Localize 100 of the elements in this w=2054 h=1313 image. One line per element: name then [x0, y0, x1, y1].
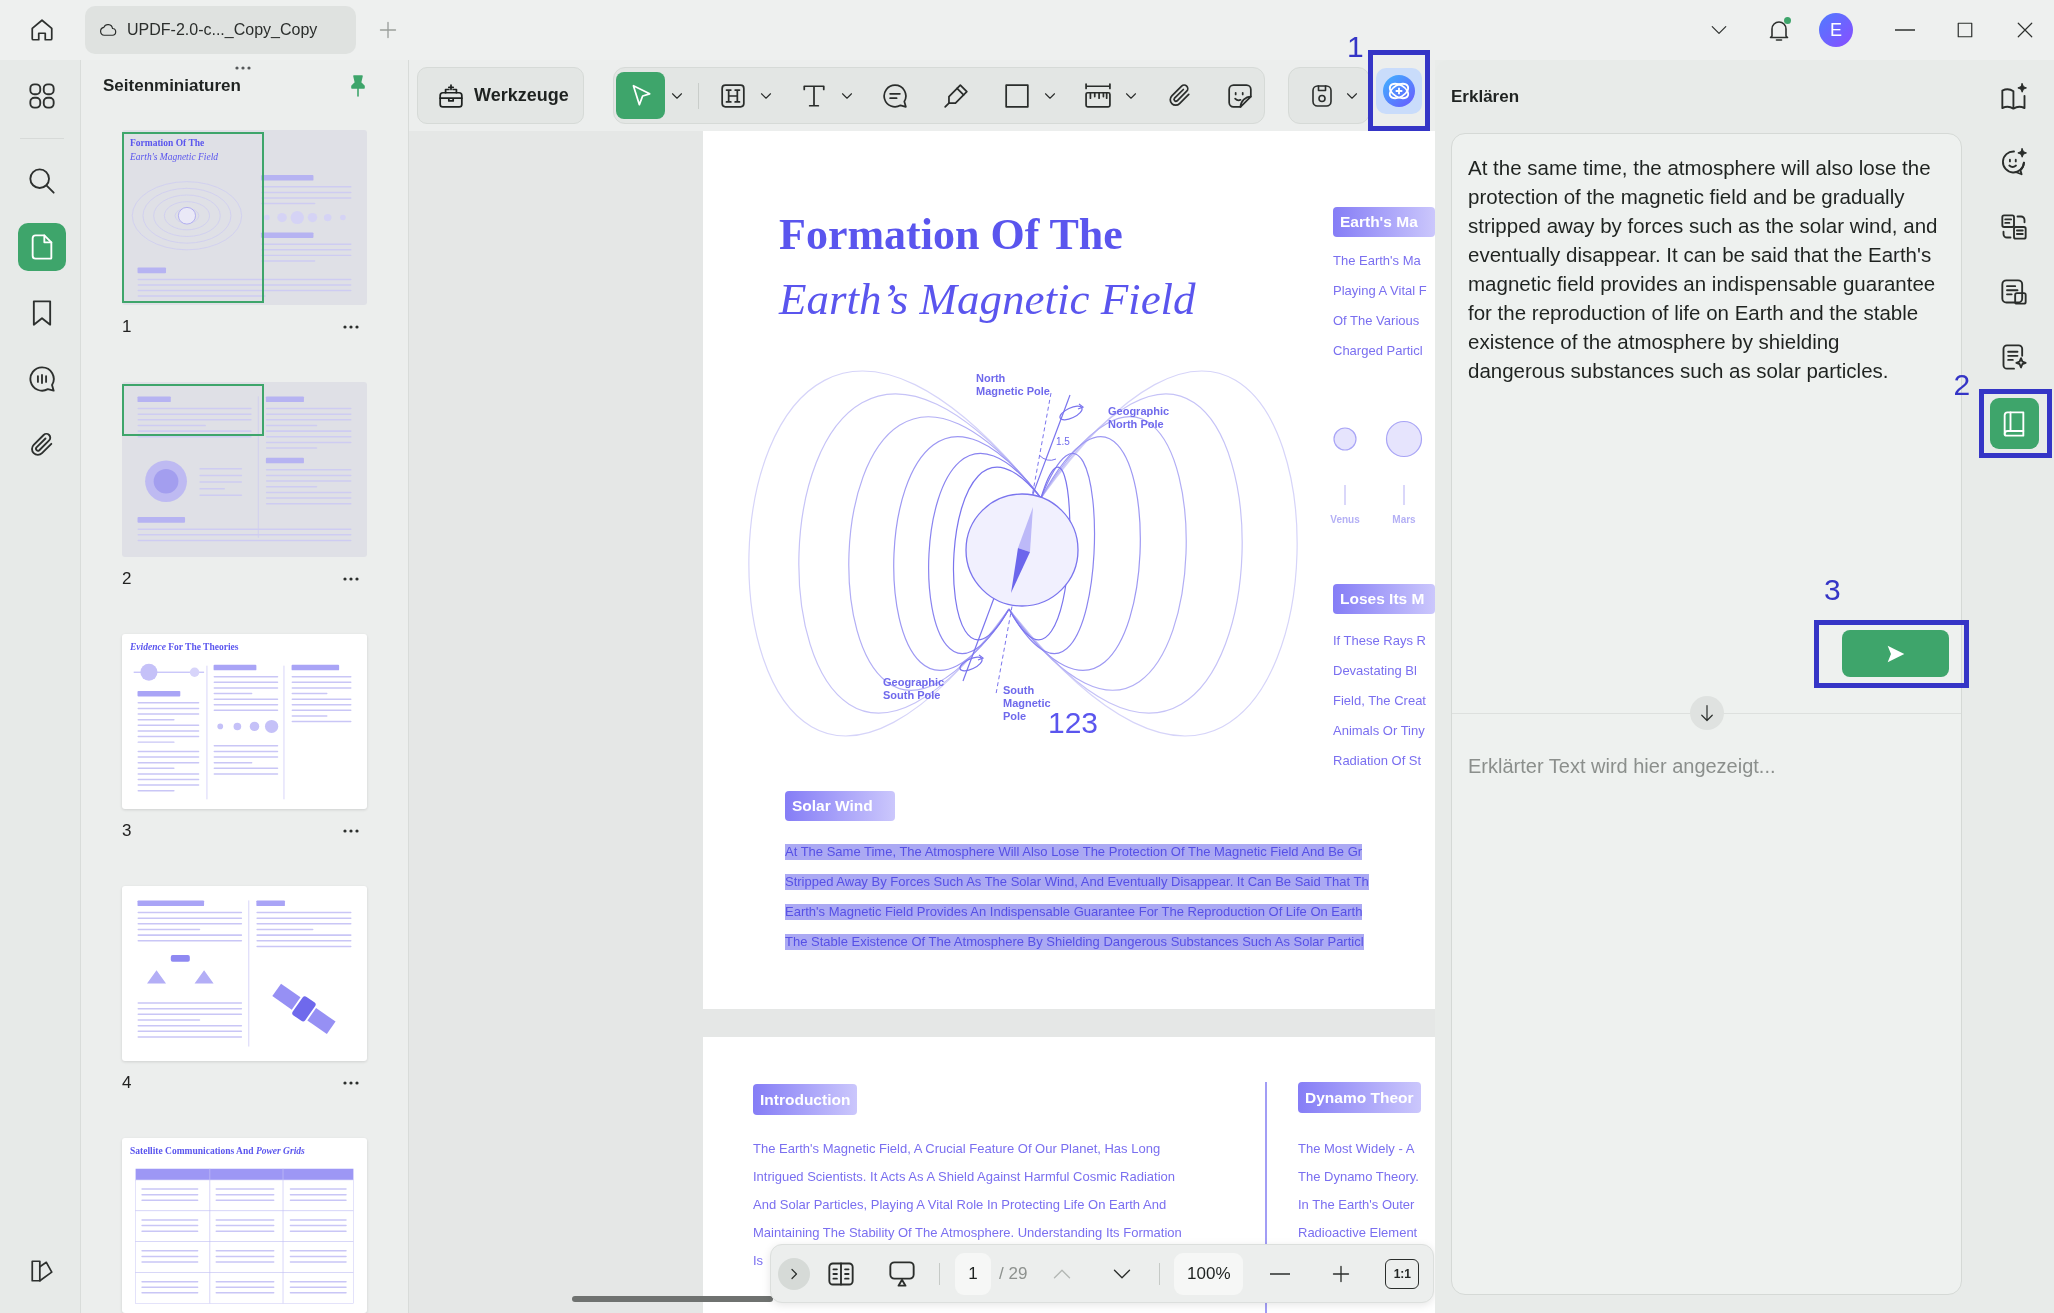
- ai-assistant-button[interactable]: [1376, 67, 1422, 114]
- page-thumbnails-button[interactable]: [18, 223, 66, 271]
- section-heading: Loses Its M: [1333, 584, 1435, 614]
- search-icon: [28, 167, 56, 195]
- more-icon: [343, 325, 359, 329]
- drag-handle-icon[interactable]: [235, 66, 251, 70]
- diagram-label: Geographic South Pole: [883, 676, 945, 701]
- section-heading: Earth's Ma: [1333, 207, 1435, 237]
- text-line: Maintaining The Stability Of The Atmosphere. Understanding Its Formation: [753, 1225, 1182, 1241]
- speech-bubble-icon: [28, 365, 56, 393]
- toolbox-icon: [438, 82, 464, 109]
- thumbnail-title: Formation Of The: [130, 137, 206, 150]
- section-heading: Solar Wind: [785, 791, 895, 821]
- thumbnail-title: Evidence For The Theories: [130, 641, 240, 654]
- text-line: Devastating Bl: [1333, 662, 1418, 680]
- document-sparkle-icon: [2000, 343, 2028, 371]
- text-line: Is: [753, 1253, 764, 1269]
- plus-icon: [1331, 1263, 1352, 1284]
- minus-icon: [1270, 1272, 1291, 1275]
- comment-icon: [882, 82, 908, 109]
- ruler-icon: [1085, 82, 1111, 109]
- cloud-icon: [99, 21, 117, 39]
- text-icon: [801, 82, 827, 109]
- actual-size-button[interactable]: 1:1: [1385, 1258, 1420, 1289]
- user-avatar[interactable]: E: [1819, 13, 1853, 47]
- translate-icon: [2000, 213, 2028, 241]
- section-heading: Dynamo Theor: [1298, 1082, 1421, 1113]
- paperclip-icon: [1166, 82, 1192, 109]
- send-button[interactable]: [1842, 630, 1949, 677]
- page-mark: 123: [1048, 706, 1099, 739]
- explain-button[interactable]: [1989, 398, 2039, 449]
- assistant-orb-icon: [1383, 74, 1415, 107]
- more-icon: [343, 829, 359, 833]
- close-icon: [2016, 21, 2034, 39]
- text-line: The Earth's Magnetic Field, A Crucial Feature Of Our Planet, Has Long: [753, 1141, 1161, 1157]
- select-tool-button[interactable]: [616, 72, 665, 119]
- document-subtitle: Earth’s Magnetic Field: [779, 273, 1197, 326]
- page-number: 1: [122, 317, 132, 337]
- callout-number: 3: [1824, 575, 1841, 605]
- more-icon: [343, 577, 359, 581]
- save-icon: [1310, 83, 1334, 108]
- text-line: Charged Particl: [1333, 342, 1424, 360]
- presentation-icon: [888, 1259, 916, 1288]
- text-line: The Earth's Ma: [1333, 252, 1422, 270]
- text-line: In The Earth's Outer: [1298, 1197, 1415, 1213]
- page-thumbnail[interactable]: Satellite Communications And Power Grids: [122, 1138, 367, 1313]
- thumbnail-subtitle: Earth's Magnetic Field: [130, 151, 220, 164]
- section-heading: Introduction: [753, 1084, 858, 1115]
- text-line: Radioactive Element: [1298, 1225, 1418, 1241]
- document-title: Formation Of The: [779, 209, 1124, 261]
- translate-box-icon: [2000, 278, 2028, 306]
- rectangle-icon: [1004, 82, 1030, 109]
- pencil-icon: [943, 82, 969, 109]
- maximize-icon: [1956, 21, 1974, 39]
- arrow-down-button[interactable]: [1689, 696, 1724, 730]
- sidebar-layout-icon: [29, 1258, 55, 1284]
- page-number: 2: [122, 569, 132, 589]
- minimize-icon: [1895, 29, 1915, 31]
- page-number: 3: [122, 821, 132, 841]
- page-number-field[interactable]: 1: [955, 1252, 991, 1295]
- thumbnail-title: Satellite Communications And Power Grids: [130, 1145, 306, 1158]
- text-line: Intrigued Scientists. It Acts As A Shield Against Harmful Cosmic Radiation: [753, 1169, 1175, 1185]
- text-line: Radiation Of St: [1333, 752, 1423, 770]
- panel-title: Erklären: [1451, 87, 1520, 106]
- page-thumbnail[interactable]: Evidence For The Theories: [122, 634, 367, 809]
- page-count: / 29: [999, 1263, 1028, 1284]
- text-line: If These Rays R: [1333, 632, 1427, 650]
- bell-icon: [1767, 18, 1791, 42]
- planet-label: Mars: [1392, 513, 1416, 527]
- diagram-label: North Magnetic Pole: [976, 372, 1050, 397]
- document-tab[interactable]: UPDF-2.0-c..._Copy_Copy: [85, 6, 356, 54]
- callout-number: 1: [1347, 32, 1364, 62]
- text-line: Field, The Creat: [1333, 692, 1427, 710]
- text-line: Animals Or Tiny: [1333, 722, 1426, 740]
- horizontal-scrollbar[interactable]: [572, 1296, 773, 1302]
- panel-title: Seitenminiaturen: [103, 76, 242, 96]
- planet-label: Venus: [1330, 513, 1360, 527]
- page-number: 4: [122, 1073, 132, 1093]
- source-text-field[interactable]: At the same time, the atmosphere will also lose the protection of the magnetic field and be gradually stripped away by forces such as the solar wind, and eventually disappear. It can be said that the Earth's magnetic field provides an indispensable guarantee for the reproduction of life on Earth and the stable existence of the atmosphere by shielding dangerous substances such as solar particles.: [1468, 134, 1940, 562]
- page-thumbnail[interactable]: Formation Of The Earth's Magnetic Field: [122, 130, 367, 305]
- heading-icon: [720, 82, 746, 109]
- grid-icon: [28, 82, 56, 110]
- diagram-label: Geographic North Pole: [1108, 405, 1170, 430]
- angle-arc: [1038, 454, 1057, 461]
- send-icon: [1885, 643, 1906, 664]
- callout-number: 2: [1953, 370, 1971, 400]
- chevron-right-icon: [788, 1267, 800, 1280]
- tools-button[interactable]: Werkzeuge: [417, 67, 584, 124]
- diagram-label: South Magnetic Pole: [1003, 684, 1051, 722]
- text-line: The Most Widely - A: [1298, 1141, 1415, 1157]
- chat-face-icon: [2000, 148, 2028, 176]
- text-line: Of The Various: [1333, 312, 1421, 330]
- more-icon: [343, 1081, 359, 1085]
- diagram-label: 1.5: [1056, 436, 1070, 447]
- planet-marker-icon: [1384, 419, 1424, 505]
- zoom-field[interactable]: 100%: [1174, 1252, 1244, 1295]
- sticker-icon: [1227, 82, 1253, 109]
- book-sparkle-icon: [2000, 83, 2028, 111]
- text-line: And Solar Particles, Playing A Vital Role In Protecting Life On Earth And: [753, 1197, 1167, 1213]
- text-line: The Dynamo Theory.: [1298, 1169, 1419, 1185]
